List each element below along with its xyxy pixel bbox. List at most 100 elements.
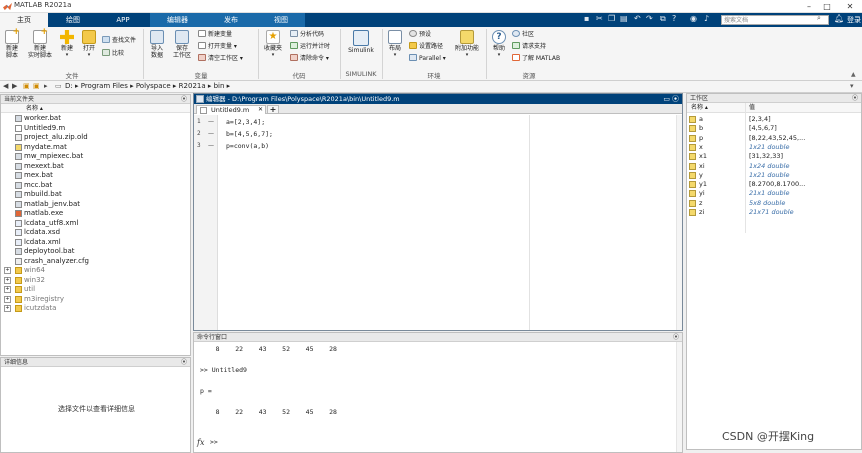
layout-button[interactable]: 布局 ▾ bbox=[385, 30, 405, 59]
workspace-variable-row[interactable]: p [8,22,43,52,45,... bbox=[687, 134, 859, 143]
file-list-item[interactable]: lcdata.xsd bbox=[1, 228, 190, 237]
find-files-button[interactable]: 查找文件 bbox=[102, 36, 136, 45]
breadcrumb-item[interactable]: bin bbox=[214, 82, 225, 90]
workspace-variable-row[interactable]: xi 1x24 double bbox=[687, 162, 859, 171]
file-list-item[interactable]: deploytool.bat bbox=[1, 247, 190, 256]
file-list-item[interactable]: worker.bat bbox=[1, 114, 190, 123]
breadcrumb-item[interactable]: R2021a bbox=[179, 82, 206, 90]
close-icon[interactable]: ✕ bbox=[843, 0, 857, 13]
open-button[interactable]: 打开 ▾ bbox=[80, 30, 98, 59]
tab-view[interactable]: 视图 bbox=[257, 13, 305, 27]
workspace-variable-row[interactable]: a [2,3,4] bbox=[687, 115, 859, 124]
clear-commands-button[interactable]: 清除命令 ▾ bbox=[290, 54, 329, 63]
editor-file-tab[interactable]: Untitled9.m ✕ bbox=[196, 105, 266, 114]
command-prompt[interactable]: >> bbox=[210, 438, 218, 446]
switch-windows-icon[interactable]: ⧉ bbox=[660, 14, 666, 24]
notification-icon[interactable]: ♪ bbox=[704, 14, 709, 23]
tab-editor[interactable]: 编辑器 bbox=[150, 13, 205, 27]
workspace-variable-row[interactable]: b [4,5,6,7] bbox=[687, 124, 859, 133]
redo-quick-icon[interactable]: ↷ bbox=[646, 14, 653, 23]
browse-folder-icon[interactable]: ▣ bbox=[33, 82, 40, 90]
community-quick-icon[interactable]: ◉ bbox=[690, 14, 697, 23]
new-live-script-button[interactable]: + 新建 实时脚本 bbox=[24, 28, 56, 60]
editor-minimize-icon[interactable]: ▭ bbox=[663, 94, 670, 104]
community-button[interactable]: 社区 bbox=[512, 30, 534, 39]
bell-icon[interactable]: 🔔︎ bbox=[834, 14, 844, 23]
code-line[interactable]: b=[4,5,6,7]; bbox=[226, 130, 273, 138]
path-dropdown-icon[interactable]: ▾ bbox=[850, 82, 854, 90]
new-script-button[interactable]: + 新建 脚本 bbox=[2, 28, 22, 59]
set-path-button[interactable]: 设置路径 bbox=[409, 42, 443, 51]
help-button[interactable]: ? 帮助 ▾ bbox=[489, 30, 509, 59]
file-list-item[interactable]: mcc.bat bbox=[1, 181, 190, 190]
back-icon[interactable]: ◀ bbox=[3, 82, 8, 90]
file-list-item[interactable]: matlab.exe bbox=[1, 209, 190, 218]
import-data-button[interactable]: 导入 数据 bbox=[147, 30, 167, 59]
panel-menu-icon[interactable]: ⦿ bbox=[181, 95, 187, 104]
clear-workspace-button[interactable]: 清空工作区 ▾ bbox=[198, 54, 243, 63]
file-list-item[interactable]: mw_mpiexec.bat bbox=[1, 152, 190, 161]
folder-list-item[interactable]: + util bbox=[1, 285, 190, 294]
panel-menu-icon[interactable]: ⦿ bbox=[852, 94, 858, 103]
panel-menu-icon[interactable]: ⦿ bbox=[673, 333, 679, 342]
folder-list-item[interactable]: + win32 bbox=[1, 276, 190, 285]
file-list-item[interactable]: crash_analyzer.cfg bbox=[1, 257, 190, 266]
forward-icon[interactable]: ▶ bbox=[12, 82, 17, 90]
file-list-item[interactable]: mydate.mat bbox=[1, 143, 190, 152]
simulink-button[interactable]: Simulink bbox=[345, 30, 377, 54]
maximize-icon[interactable]: □ bbox=[820, 0, 834, 13]
expand-icon[interactable]: + bbox=[4, 267, 11, 274]
minimize-icon[interactable]: – bbox=[802, 0, 816, 13]
workspace-variable-row[interactable]: x1 [31,32,33] bbox=[687, 152, 859, 161]
name-column-header[interactable]: 名称 ▴ bbox=[691, 103, 708, 113]
tab-apps[interactable]: APP bbox=[98, 13, 148, 27]
editor-menu-icon[interactable]: ⦿ bbox=[672, 94, 679, 104]
file-list-item[interactable]: mbuild.bat bbox=[1, 190, 190, 199]
workspace-variable-row[interactable]: y 1x21 double bbox=[687, 171, 859, 180]
expand-icon[interactable]: + bbox=[4, 305, 11, 312]
login-link[interactable]: 登录 bbox=[847, 13, 861, 27]
favorites-button[interactable]: ★ 收藏夹 ▾ bbox=[261, 30, 285, 59]
copy-quick-icon[interactable]: ❐ bbox=[608, 14, 615, 23]
function-browser-icon[interactable]: fx bbox=[197, 438, 204, 447]
new-variable-button[interactable]: 新建变量 bbox=[198, 30, 232, 39]
expand-icon[interactable]: + bbox=[4, 295, 11, 303]
command-scrollbar[interactable] bbox=[676, 342, 682, 452]
file-list-item[interactable]: Untitled9.m bbox=[1, 124, 190, 133]
code-line[interactable]: a=[2,3,4]; bbox=[226, 118, 265, 126]
parallel-button[interactable]: Parallel ▾ bbox=[409, 54, 446, 63]
folder-list-item[interactable]: + icutzdata bbox=[1, 304, 190, 313]
undo-quick-icon[interactable]: ↶ bbox=[634, 14, 641, 23]
file-list-item[interactable]: mexext.bat bbox=[1, 162, 190, 171]
breadcrumb-item[interactable]: D: bbox=[65, 82, 73, 90]
expand-icon[interactable]: + bbox=[4, 286, 11, 293]
breadcrumb-item[interactable]: Polyspace bbox=[136, 82, 171, 90]
file-list-item[interactable]: lcdata_utf8.xml bbox=[1, 219, 190, 228]
tab-plots[interactable]: 绘图 bbox=[48, 13, 98, 27]
new-tab-button[interactable]: + bbox=[267, 105, 279, 114]
analyze-code-button[interactable]: 分析代码 bbox=[290, 30, 324, 39]
tab-publish[interactable]: 发布 bbox=[205, 13, 257, 27]
workspace-variable-row[interactable]: zi 21x71 double bbox=[687, 208, 859, 217]
open-variable-button[interactable]: 打开变量 ▾ bbox=[198, 42, 237, 51]
preferences-button[interactable]: 预设 bbox=[409, 30, 431, 39]
close-tab-icon[interactable]: ✕ bbox=[258, 106, 263, 114]
save-quick-icon[interactable]: ▪ bbox=[584, 14, 589, 23]
workspace-variable-row[interactable]: z 5x8 double bbox=[687, 199, 859, 208]
help-quick-icon[interactable]: ? bbox=[672, 14, 676, 23]
add-ons-button[interactable]: 附加功能 ▾ bbox=[452, 30, 482, 59]
up-folder-icon[interactable]: ▣ bbox=[23, 82, 30, 90]
paste-quick-icon[interactable]: ▤ bbox=[620, 14, 628, 23]
collapse-ribbon-icon[interactable]: ▲ bbox=[851, 71, 856, 78]
expand-icon[interactable]: + bbox=[4, 276, 11, 284]
workspace-variable-row[interactable]: y1 [8.2700,8.1700... bbox=[687, 180, 859, 189]
run-and-time-button[interactable]: 运行并计时 bbox=[290, 42, 330, 51]
panel-menu-icon[interactable]: ⦿ bbox=[181, 358, 187, 367]
name-column-header[interactable]: 名称 ▴ bbox=[1, 104, 190, 113]
breadcrumb-item[interactable]: Program Files bbox=[81, 82, 128, 90]
folder-list-item[interactable]: + m3iregistry bbox=[1, 295, 190, 304]
search-documentation-input[interactable]: 搜索文档 bbox=[721, 15, 829, 25]
request-support-button[interactable]: 请求支持 bbox=[512, 42, 546, 51]
workspace-variable-row[interactable]: x 1x21 double bbox=[687, 143, 859, 152]
learn-matlab-button[interactable]: 了解 MATLAB bbox=[512, 54, 560, 63]
